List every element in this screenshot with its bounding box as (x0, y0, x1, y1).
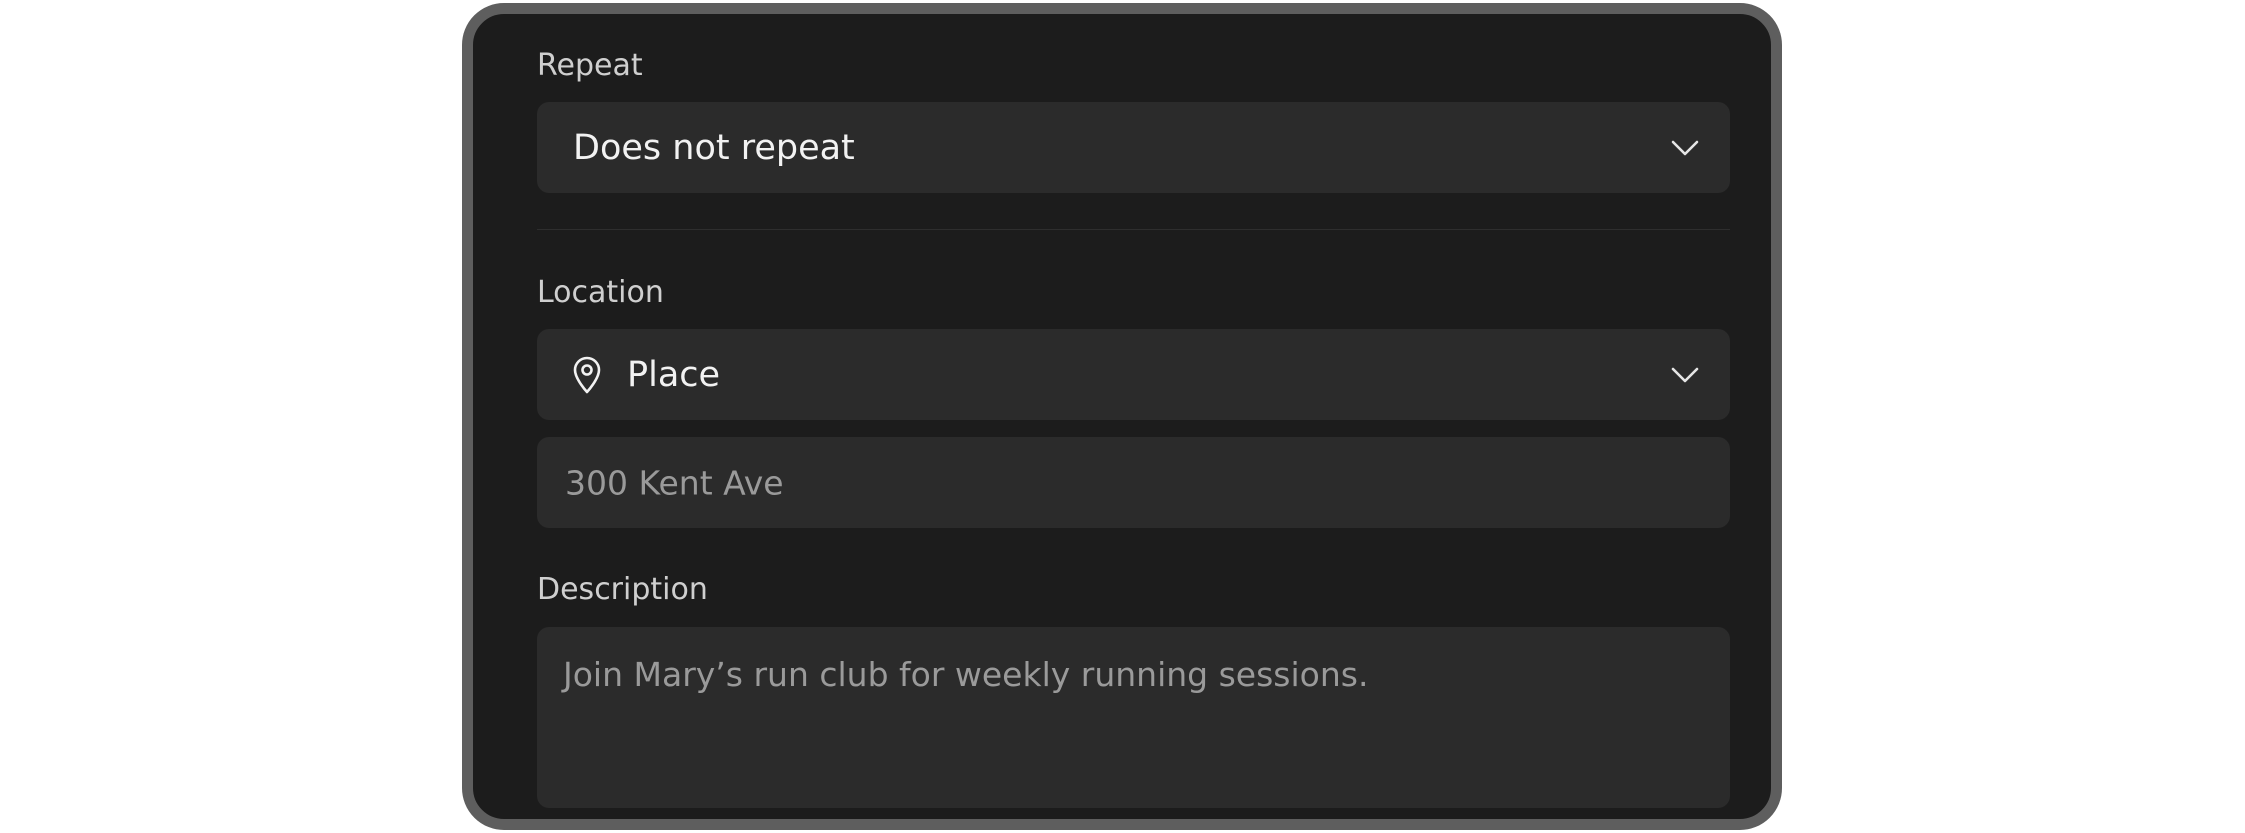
section-divider (537, 229, 1730, 230)
repeat-label: Repeat (537, 48, 643, 83)
location-type-dropdown[interactable]: Place (537, 329, 1730, 420)
repeat-selected-value: Does not repeat (573, 127, 855, 168)
location-label: Location (537, 275, 664, 310)
repeat-dropdown[interactable]: Does not repeat (537, 102, 1730, 193)
address-input[interactable] (563, 462, 1707, 503)
description-textarea[interactable]: Join Mary’s run club for weekly running … (537, 627, 1730, 808)
event-details-panel: Repeat Does not repeat Location Place De… (462, 3, 1782, 830)
description-text: Join Mary’s run club for weekly running … (563, 655, 1369, 694)
description-label: Description (537, 572, 708, 607)
chevron-down-icon (1671, 140, 1699, 155)
location-pin-icon (573, 356, 601, 393)
location-type-value: Place (627, 354, 721, 395)
chevron-down-icon (1671, 367, 1699, 382)
address-field[interactable] (537, 437, 1730, 528)
